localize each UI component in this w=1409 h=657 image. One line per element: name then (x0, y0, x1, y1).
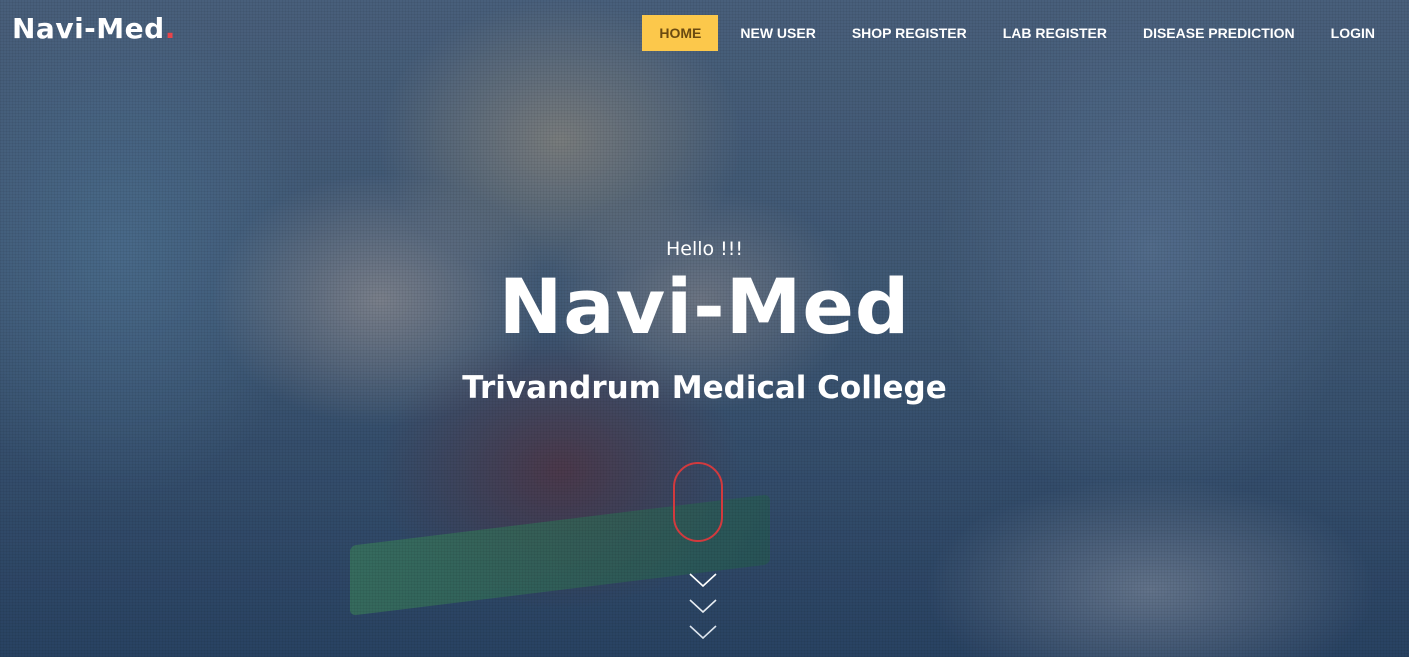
brand-dot: . (164, 12, 176, 45)
nav-new-user[interactable]: NEW USER (726, 15, 829, 51)
hero-subtitle: Trivandrum Medical College (462, 370, 947, 406)
nav-disease-prediction[interactable]: DISEASE PREDICTION (1129, 15, 1309, 51)
hero-title: Navi-Med (498, 262, 911, 351)
chevron-down-icon (689, 625, 717, 640)
mouse-scroll-icon[interactable] (673, 462, 723, 542)
chevron-down-icon (689, 599, 717, 614)
hero-greeting: Hello !!! (665, 238, 744, 260)
nav-login[interactable]: LOGIN (1317, 15, 1389, 51)
brand-logo[interactable]: Navi-Med. (12, 12, 176, 45)
nav-home[interactable]: HOME (642, 15, 719, 51)
chevron-down-icon (689, 573, 717, 588)
hero-section: Navi-Med. HOME NEW USER SHOP REGISTER LA… (0, 0, 1409, 657)
nav-lab-register[interactable]: LAB REGISTER (989, 15, 1121, 51)
nav-shop-register[interactable]: SHOP REGISTER (838, 15, 981, 51)
brand-name: Navi-Med (12, 12, 165, 45)
scroll-down-chevrons[interactable] (688, 572, 718, 650)
main-nav: HOME NEW USER SHOP REGISTER LAB REGISTER… (634, 15, 1389, 51)
